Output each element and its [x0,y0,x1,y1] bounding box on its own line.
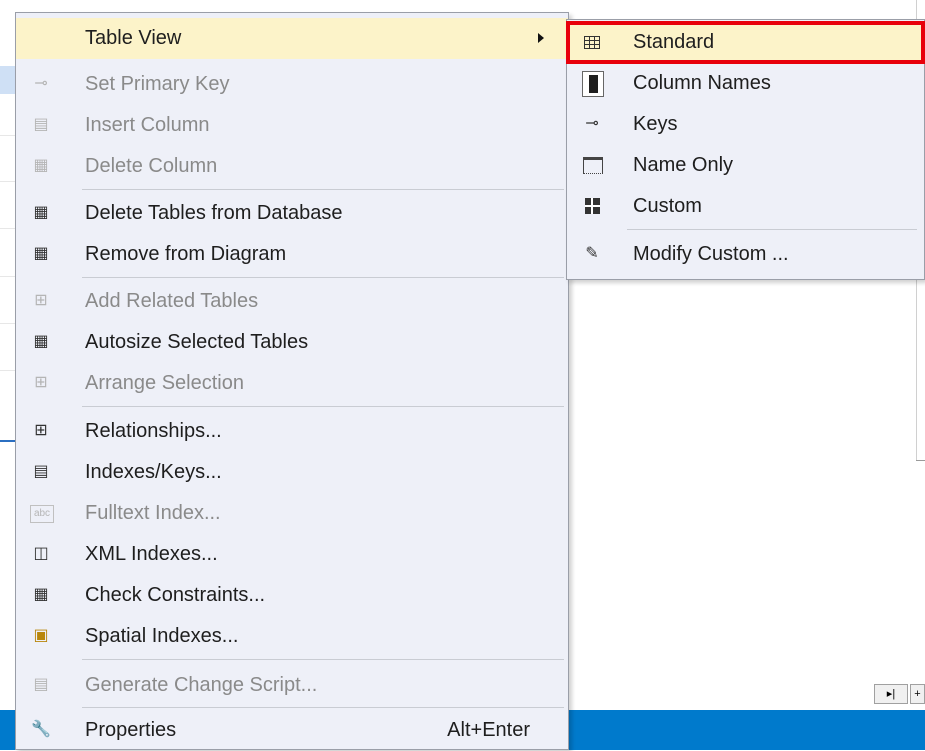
background-selected-row [0,66,16,94]
scroll-right-button[interactable]: + [910,684,925,704]
submenu-item-label: Modify Custom ... [633,243,789,265]
menu-item-delete-column[interactable]: ▦ Delete Column [16,146,568,187]
menu-item-relationships[interactable]: ⊞ Relationships... [16,411,568,452]
background-grid-line [0,370,16,371]
menu-separator [82,189,564,190]
column-names-icon [582,71,604,97]
menu-item-label: Table View [85,27,182,49]
menu-item-arrange-selection[interactable]: ⊞ Arrange Selection [16,363,568,404]
background-grid-line [0,276,16,277]
context-menu: Table View ⊸ Set Primary Key ▤ Insert Co… [15,12,569,750]
delete-column-icon: ▦ [33,157,49,174]
key-icon: ⊸ [34,75,48,92]
menu-item-insert-column[interactable]: ▤ Insert Column [16,105,568,146]
add-related-icon: ⊞ [34,292,48,309]
spatial-index-icon: ▣ [33,627,49,644]
menu-item-xml-indexes[interactable]: ◫ XML Indexes... [16,534,568,575]
menu-item-label: Spatial Indexes... [85,625,239,647]
background-grid-line [0,135,16,136]
menu-item-label: XML Indexes... [85,543,218,565]
autosize-icon: ▦ [33,333,49,350]
diagram-tick [916,460,925,461]
submenu-item-keys[interactable]: ⊸ Keys [567,104,924,145]
pencil-icon: ✎ [585,245,599,262]
remove-table-icon: ▦ [33,245,49,262]
submenu-item-label: Standard [633,31,715,53]
custom-view-icon [585,198,600,214]
submenu-item-label: Name Only [633,154,734,176]
generate-script-icon: ▤ [33,676,49,693]
check-constraints-icon: ▦ [33,586,49,603]
menu-item-indexes-keys[interactable]: ▤ Indexes/Keys... [16,452,568,493]
menu-item-label: Check Constraints... [85,584,266,606]
menu-item-table-view[interactable]: Table View [16,18,568,59]
menu-item-generate-change-script[interactable]: ▤ Generate Change Script... [16,665,568,706]
arrange-icon: ⊞ [34,374,48,391]
indexes-keys-icon: ▤ [33,463,49,480]
submenu-arrow-icon [538,33,544,43]
keys-icon: ⊸ [585,115,599,132]
menu-item-label: Delete Tables from Database [85,202,343,224]
menu-separator [82,277,564,278]
fulltext-index-icon: abc [30,505,54,523]
background-grid-line [0,181,16,182]
name-only-icon [583,157,603,174]
xml-index-icon: ◫ [33,545,49,562]
wrench-icon: 🔧 [31,721,51,738]
menu-item-label: Delete Column [85,155,218,177]
menu-item-label: Set Primary Key [85,73,230,95]
background-grid-line [0,228,16,229]
relationships-icon: ⊞ [34,422,48,439]
menu-item-spatial-indexes[interactable]: ▣ Spatial Indexes... [16,616,568,657]
menu-item-delete-tables[interactable]: ▦ Delete Tables from Database [16,193,568,234]
background-grid-line [0,323,16,324]
submenu-item-name-only[interactable]: Name Only [567,145,924,186]
standard-view-icon [584,36,600,49]
menu-item-label: Relationships... [85,420,222,442]
submenu-item-modify-custom[interactable]: ✎ Modify Custom ... [567,234,924,275]
submenu-item-label: Column Names [633,72,771,94]
menu-item-autosize-tables[interactable]: ▦ Autosize Selected Tables [16,322,568,363]
menu-item-remove-from-diagram[interactable]: ▦ Remove from Diagram [16,234,568,275]
menu-separator [82,659,564,660]
menu-item-fulltext-index[interactable]: abc Fulltext Index... [16,493,568,534]
submenu-item-label: Keys [633,113,678,135]
menu-item-label: Insert Column [85,114,210,136]
menu-item-add-related-tables[interactable]: ⊞ Add Related Tables [16,281,568,322]
menu-item-label: Properties [85,719,177,741]
menu-item-check-constraints[interactable]: ▦ Check Constraints... [16,575,568,616]
menu-separator [82,707,564,708]
menu-separator [82,406,564,407]
menu-item-label: Indexes/Keys... [85,461,222,483]
menu-item-set-primary-key[interactable]: ⊸ Set Primary Key [16,64,568,105]
menu-item-label: Remove from Diagram [85,243,287,265]
shortcut-text: Alt+Enter [447,719,530,741]
delete-table-icon: ▦ [33,204,49,221]
insert-column-icon: ▤ [33,116,49,133]
menu-item-label: Add Related Tables [85,290,259,312]
menu-item-label: Arrange Selection [85,372,244,394]
submenu-item-column-names[interactable]: Column Names [567,63,924,104]
menu-item-properties[interactable]: 🔧 Properties Alt+Enter [16,710,568,751]
menu-item-label: Generate Change Script... [85,674,318,696]
background-accent-line [0,440,16,442]
submenu-item-label: Custom [633,195,702,217]
submenu-item-standard[interactable]: Standard [566,21,925,64]
submenu-separator [627,229,917,230]
table-view-submenu: Standard Column Names ⊸ Keys Name Only C… [566,19,925,280]
menu-item-label: Autosize Selected Tables [85,331,309,353]
scroll-left-button[interactable]: ▸| [874,684,908,704]
menu-item-label: Fulltext Index... [85,502,221,524]
submenu-item-custom[interactable]: Custom [567,186,924,227]
